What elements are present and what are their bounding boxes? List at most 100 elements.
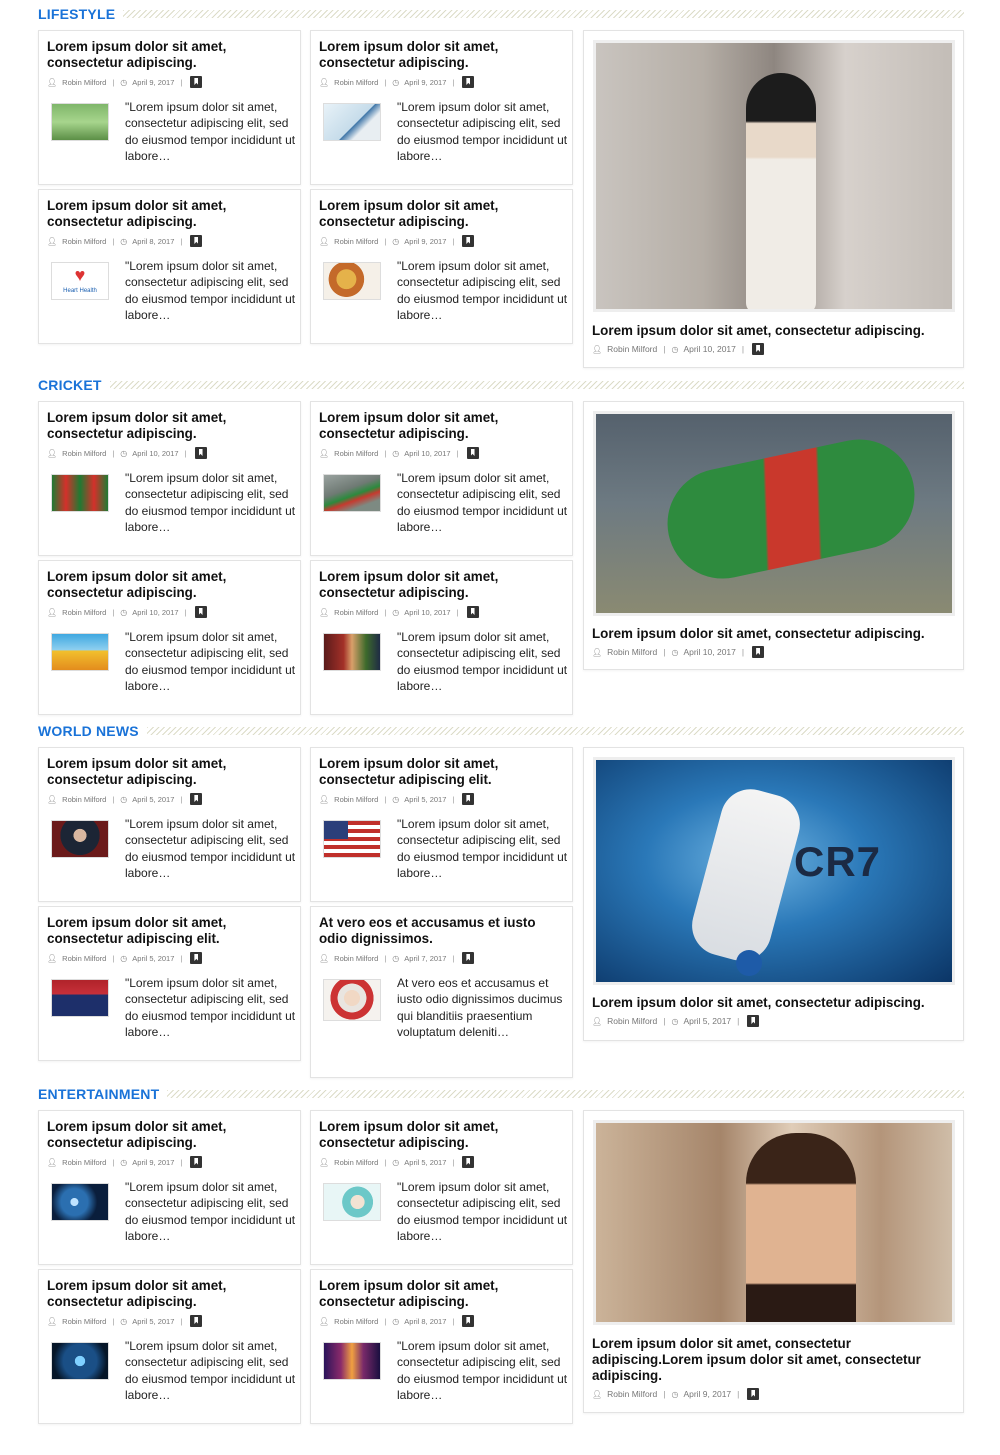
article-title[interactable]: Lorem ipsum dolor sit amet, consectetur … [47,410,295,442]
article-title[interactable]: Lorem ipsum dolor sit amet, consectetur … [47,756,295,788]
article-card[interactable]: Lorem ipsum dolor sit amet, consectetur … [310,1269,573,1424]
article-title[interactable]: Lorem ipsum dolor sit amet, consectetur … [47,915,295,947]
bookmark-icon[interactable] [466,447,479,459]
article-title[interactable]: Lorem ipsum dolor sit amet, consectetur … [319,410,567,442]
author-name[interactable]: Robin Milford [62,954,106,963]
thumbnail-president-flag[interactable] [323,820,381,858]
bookmark-icon[interactable] [752,646,765,658]
bookmark-icon[interactable] [462,76,475,88]
author-name[interactable]: Robin Milford [62,449,106,458]
article-card[interactable]: Lorem ipsum dolor sit amet, consectetur … [310,401,573,556]
author-name[interactable]: Robin Milford [334,78,378,87]
thumbnail-rally-speech[interactable] [51,979,109,1017]
thumbnail-cricket-cartoon[interactable] [51,633,109,671]
article-title[interactable]: Lorem ipsum dolor sit amet, consectetur … [319,39,567,71]
author-name[interactable]: Robin Milford [62,1317,106,1326]
bookmark-icon[interactable] [747,1015,760,1027]
article-card[interactable]: Lorem ipsum dolor sit amet, consectetur … [38,30,301,185]
bookmark-icon[interactable] [747,1388,760,1400]
bookmark-icon[interactable] [190,793,203,805]
thumbnail-food-platter[interactable] [323,262,381,300]
author-name[interactable]: Robin Milford [607,344,657,354]
bookmark-icon[interactable] [462,235,475,247]
bookmark-icon[interactable] [752,343,765,355]
thumbnail-batsman[interactable] [323,633,381,671]
article-card[interactable]: Lorem ipsum dolor sit amet, consectetur … [38,906,301,1061]
author-name[interactable]: Robin Milford [334,1317,378,1326]
thumbnail-politician-podium[interactable] [51,820,109,858]
bookmark-icon[interactable] [194,606,207,618]
author-name[interactable]: Robin Milford [62,237,106,246]
bookmark-icon[interactable] [466,606,479,618]
bookmark-icon[interactable] [462,1156,475,1168]
article-title[interactable]: Lorem ipsum dolor sit amet, consectetur … [47,1119,295,1151]
thumbnail-film-camera[interactable] [51,1183,109,1221]
author-name[interactable]: Robin Milford [62,795,106,804]
article-title[interactable]: Lorem ipsum dolor sit amet, consectetur … [319,1278,567,1310]
thumbnail-concert-lights[interactable] [323,1342,381,1380]
bookmark-icon[interactable] [190,235,203,247]
section-title[interactable]: ENTERTAINMENT [38,1086,167,1102]
featured-title[interactable]: Lorem ipsum dolor sit amet, consectetur … [592,323,952,339]
author-name[interactable]: Robin Milford [334,954,378,963]
article-card[interactable]: At vero eos et accusamus et iusto odio d… [310,906,573,1078]
bookmark-icon[interactable] [462,1315,475,1327]
article-title[interactable]: Lorem ipsum dolor sit amet, consectetur … [319,756,567,788]
featured-image-fashion-model[interactable] [593,40,955,312]
article-card[interactable]: Lorem ipsum dolor sit amet, consectetur … [38,189,301,344]
article-title[interactable]: Lorem ipsum dolor sit amet, consectetur … [319,1119,567,1151]
thumbnail-heart-health[interactable]: ♥ Heart Health [51,262,109,300]
author-name[interactable]: Robin Milford [607,1389,657,1399]
article-card[interactable]: Lorem ipsum dolor sit amet, consectetur … [310,30,573,185]
article-card[interactable]: Lorem ipsum dolor sit amet, consectetur … [38,1269,301,1424]
thumbnail-stage-performer[interactable] [51,1342,109,1380]
featured-image-actress[interactable] [593,1120,955,1325]
featured-article[interactable]: CR7 Lorem ipsum dolor sit amet, consecte… [583,747,964,1041]
featured-title[interactable]: Lorem ipsum dolor sit amet, consectetur … [592,626,952,642]
author-name[interactable]: Robin Milford [607,1016,657,1026]
author-name[interactable]: Robin Milford [334,608,378,617]
article-title[interactable]: Lorem ipsum dolor sit amet, consectetur … [47,569,295,601]
article-card[interactable]: Lorem ipsum dolor sit amet, consectetur … [38,747,301,902]
article-title[interactable]: Lorem ipsum dolor sit amet, consectetur … [319,198,567,230]
section-title[interactable]: WORLD NEWS [38,723,147,739]
featured-image-footballer[interactable]: CR7 [593,757,955,985]
article-card[interactable]: Lorem ipsum dolor sit amet, consectetur … [38,560,301,715]
article-card[interactable]: Lorem ipsum dolor sit amet, consectetur … [310,1110,573,1265]
bookmark-icon[interactable] [190,952,203,964]
featured-image-cricketer-diving[interactable] [593,411,955,616]
article-title[interactable]: At vero eos et accusamus et iusto odio d… [319,915,567,947]
featured-article[interactable]: Lorem ipsum dolor sit amet, consectetur … [583,401,964,670]
bookmark-icon[interactable] [190,76,203,88]
article-title[interactable]: Lorem ipsum dolor sit amet, consectetur … [47,39,295,71]
section-title[interactable]: LIFESTYLE [38,6,123,22]
article-card[interactable]: Lorem ipsum dolor sit amet, consectetur … [38,1110,301,1265]
author-name[interactable]: Robin Milford [334,795,378,804]
article-title[interactable]: Lorem ipsum dolor sit amet, consectetur … [47,198,295,230]
featured-article[interactable]: Lorem ipsum dolor sit amet, consectetur … [583,1110,964,1413]
thumbnail-fielder-diving[interactable] [323,474,381,512]
bookmark-icon[interactable] [462,793,475,805]
author-name[interactable]: Robin Milford [334,237,378,246]
author-name[interactable]: Robin Milford [334,1158,378,1167]
article-card[interactable]: Lorem ipsum dolor sit amet, consectetur … [310,747,573,902]
bookmark-icon[interactable] [190,1156,203,1168]
thumbnail-queen-portrait[interactable] [323,979,381,1021]
author-name[interactable]: Robin Milford [62,78,106,87]
featured-title[interactable]: Lorem ipsum dolor sit amet, consectetur … [592,995,952,1011]
featured-title[interactable]: Lorem ipsum dolor sit amet, consectetur … [592,1336,952,1384]
article-title[interactable]: Lorem ipsum dolor sit amet, consectetur … [47,1278,295,1310]
thumbnail-couple-cycling[interactable] [51,103,109,141]
thumbnail-woman-window[interactable] [323,103,381,141]
author-name[interactable]: Robin Milford [607,647,657,657]
article-card[interactable]: Lorem ipsum dolor sit amet, consectetur … [38,401,301,556]
featured-article[interactable]: Lorem ipsum dolor sit amet, consectetur … [583,30,964,368]
article-title[interactable]: Lorem ipsum dolor sit amet, consectetur … [319,569,567,601]
bookmark-icon[interactable] [194,447,207,459]
author-name[interactable]: Robin Milford [62,608,106,617]
article-card[interactable]: Lorem ipsum dolor sit amet, consectetur … [310,560,573,715]
bookmark-icon[interactable] [190,1315,203,1327]
section-title[interactable]: CRICKET [38,377,110,393]
thumbnail-team-celebration[interactable] [51,474,109,512]
author-name[interactable]: Robin Milford [334,449,378,458]
